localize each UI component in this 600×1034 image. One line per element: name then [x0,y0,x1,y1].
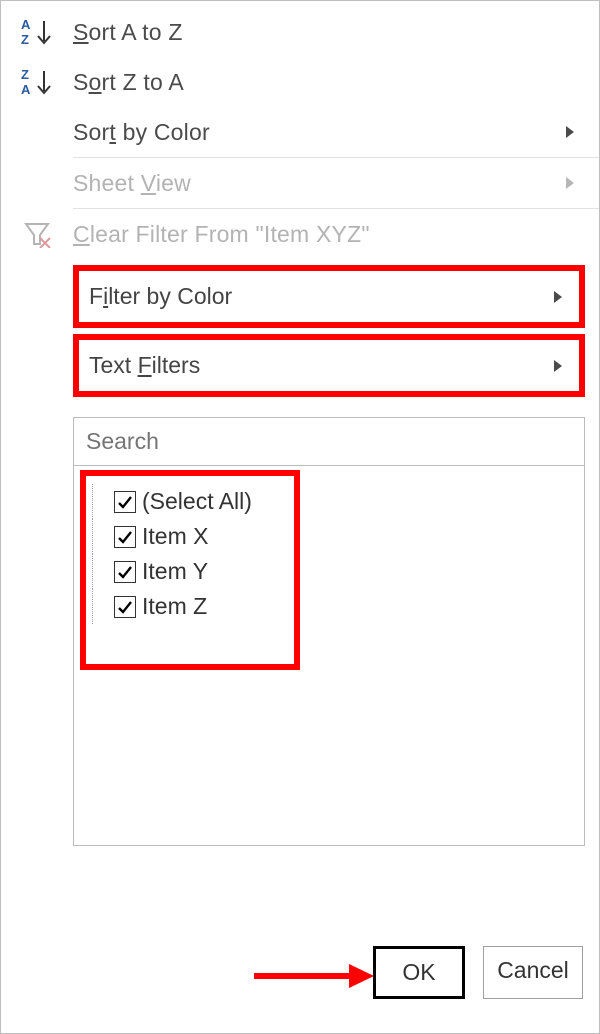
sort-asc-label: Sort A to Z [73,19,585,46]
list-item-label: Item X [142,523,208,550]
sort-ascending-item[interactable]: A Z Sort A to Z [1,7,599,57]
svg-text:A: A [21,82,31,97]
sort-asc-icon: A Z [1,17,73,47]
chevron-right-icon [555,175,585,191]
chevron-right-icon [547,358,569,374]
cancel-button[interactable]: Cancel [483,946,583,999]
sheet-view-label: Sheet View [73,170,555,197]
svg-text:Z: Z [21,32,29,47]
list-item[interactable]: Item Y [86,554,572,589]
sort-by-color-item[interactable]: Sort by Color [1,107,599,157]
chevron-right-icon [547,289,569,305]
sort-by-color-label: Sort by Color [73,119,555,146]
ok-button[interactable]: OK [373,946,465,999]
sheet-view-item: Sheet View [1,158,599,208]
sort-desc-icon: Z A [1,67,73,97]
select-all-label: (Select All) [142,488,252,515]
arrow-annotation-icon [254,961,374,991]
list-item-label: Item Y [142,558,208,585]
svg-text:Z: Z [21,67,29,82]
clear-filter-item: Clear Filter From "Item XYZ" [1,209,599,259]
filter-list-panel: (Select All) Item X Item Y [73,466,585,846]
checkbox-checked-icon[interactable] [114,526,136,548]
select-all-row[interactable]: (Select All) [86,484,572,519]
text-filters-label: Text Filters [89,352,547,379]
sort-descending-item[interactable]: Z A Sort Z to A [1,57,599,107]
text-filters-item[interactable]: Text Filters [73,334,585,397]
chevron-right-icon [555,124,585,140]
filter-by-color-item[interactable]: Filter by Color [73,265,585,328]
sort-desc-label: Sort Z to A [73,69,585,96]
checkbox-checked-icon[interactable] [114,561,136,583]
filter-by-color-label: Filter by Color [89,283,547,310]
svg-text:A: A [21,17,31,32]
search-input[interactable] [73,417,585,466]
clear-filter-icon [1,220,73,248]
checkbox-checked-icon[interactable] [114,491,136,513]
list-item-label: Item Z [142,593,207,620]
list-item[interactable]: Item X [86,519,572,554]
clear-filter-label: Clear Filter From "Item XYZ" [73,221,585,248]
list-item[interactable]: Item Z [86,589,572,624]
ok-label: OK [402,959,435,985]
checkbox-checked-icon[interactable] [114,596,136,618]
cancel-label: Cancel [497,957,569,983]
